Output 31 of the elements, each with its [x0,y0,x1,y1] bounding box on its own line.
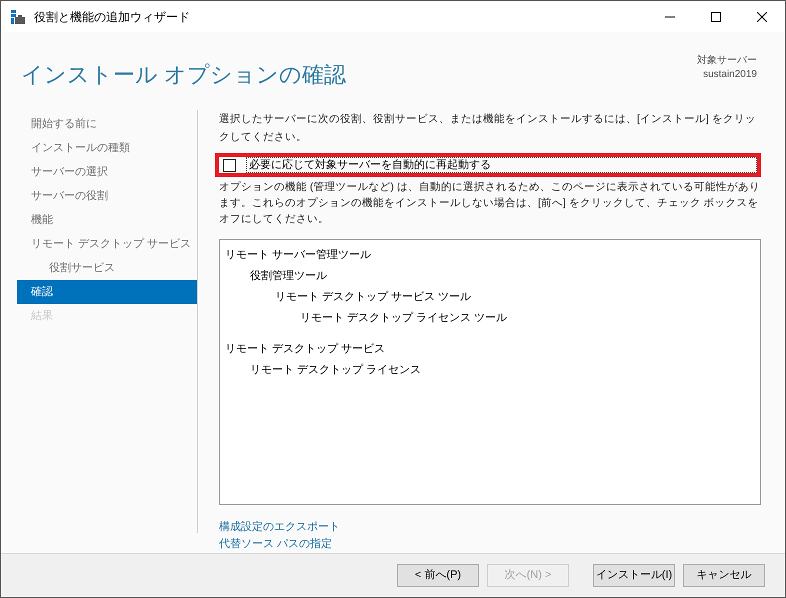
link[interactable]: 代替ソース パスの指定 [219,536,332,553]
sidebar-item[interactable]: サーバーの選択 [17,160,197,184]
link[interactable]: 構成設定のエクスポート [219,519,340,536]
tree-item: リモート サーバー管理ツール [224,248,372,264]
target-server-label: 対象サーバー [697,54,757,68]
page-title: インストール オプションの確認 [21,61,346,89]
sidebar-item[interactable]: 機能 [17,208,197,232]
note-text: オプションの機能 (管理ツールなど) は、自動的に選択されるため、このページに表示されている可能性があります。これらのオプションの機能をインストールしない場合は、[前へ] をクリックして、チェック ボックスをオフにしてください。 [219,180,761,228]
sidebar-item[interactable]: 役割サービス [17,256,197,280]
checkbox-label: 必要に応じて対象サーバーを自動的に再起動する [246,157,757,174]
window-title: 役割と機能の追加ウィザード [34,8,190,26]
tree-item: リモート デスクトップ ライセンス [249,362,422,378]
wizard-button[interactable]: インストール(I) [593,564,675,587]
sidebar-item[interactable]: リモート デスクトップ サービス [17,232,197,256]
tree-item: リモート デスクトップ ライセンス ツール [299,310,508,326]
maximize-icon [711,12,721,22]
sidebar-item[interactable]: 確認 [17,280,197,304]
tree-item: リモート デスクトップ サービス [224,342,386,358]
server-tools-icon [10,8,26,24]
tree-item: リモート デスクトップ サービス ツール [274,290,472,306]
target-server-name: sustain2019 [703,68,757,82]
close-icon [757,12,767,22]
tree-item: 役割管理ツール [249,268,328,284]
checkbox[interactable] [223,158,236,172]
sidebar-item[interactable]: インストールの種類 [17,136,197,160]
restart-checkbox-row[interactable]: 必要に応じて対象サーバーを自動的に再起動する [215,153,761,178]
sidebar-item[interactable]: 開始する前に [17,112,197,136]
wizard-button[interactable]: < 前へ(P) [397,564,479,587]
wizard-button[interactable]: キャンセル [683,564,765,587]
intro-text: 選択したサーバーに次の役割、役割サービス、または機能をインストールするには、[インストール] をクリックしてください。 [219,112,757,145]
sidebar-item[interactable]: サーバーの役割 [17,184,197,208]
